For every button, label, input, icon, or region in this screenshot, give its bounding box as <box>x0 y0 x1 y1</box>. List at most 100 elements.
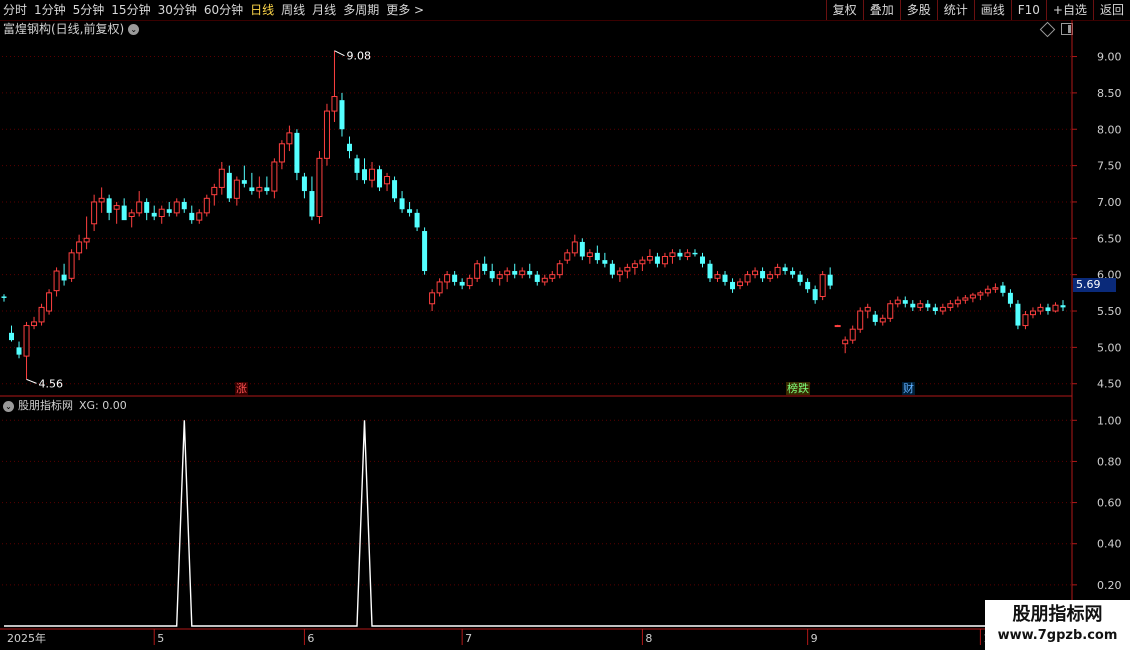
main-ytick-label: 9.00 <box>1097 51 1122 64</box>
candle-body <box>541 277 548 283</box>
candle-body <box>646 255 653 261</box>
candle-body <box>496 274 503 279</box>
max-price-label: 9.08 <box>346 50 371 63</box>
candle-body <box>189 212 195 221</box>
candle-body <box>436 281 443 294</box>
time-axis-label: 7 <box>465 632 472 645</box>
candle-body <box>158 208 165 218</box>
candle-body <box>1015 303 1021 326</box>
candle-body <box>46 292 53 312</box>
candle-body <box>414 212 420 228</box>
candle-body <box>692 252 698 255</box>
sub-ytick-label: 0.80 <box>1097 455 1122 468</box>
candle-body <box>278 143 285 163</box>
candle-body <box>602 260 608 264</box>
candle-body <box>369 168 376 181</box>
candle-body <box>790 271 796 275</box>
candle-body <box>654 256 660 264</box>
candle-body <box>699 256 705 264</box>
candle-body <box>969 294 976 299</box>
candle-body <box>211 186 218 196</box>
candle-body <box>887 303 894 319</box>
candle-body <box>744 274 751 283</box>
candle-body <box>339 100 345 130</box>
candle-body <box>805 281 811 290</box>
candle-body <box>218 168 225 188</box>
candle-body <box>23 325 30 357</box>
main-ytick-label: 4.50 <box>1097 378 1122 391</box>
candle-body <box>669 252 676 257</box>
candle-body <box>91 201 98 225</box>
candle-body <box>384 176 391 185</box>
time-axis-label: 8 <box>645 632 652 645</box>
candle-body <box>556 263 563 276</box>
limit-up-marker[interactable]: 涨 <box>235 382 248 395</box>
candle-body <box>286 132 293 145</box>
candle-body <box>98 197 105 203</box>
min-pointer <box>26 378 37 384</box>
indicator-value: XG: 0.00 <box>79 399 127 412</box>
candle-body <box>489 271 495 279</box>
candle-body <box>954 299 961 305</box>
candle-body <box>429 292 436 305</box>
main-ytick-label: 7.00 <box>1097 196 1122 209</box>
candle-body <box>631 263 638 268</box>
dragon-tiger-list-marker[interactable]: 榜跌 <box>786 382 810 395</box>
candle-body <box>196 212 203 221</box>
candle-body <box>106 198 112 213</box>
candle-body <box>812 289 818 301</box>
candle-body <box>459 281 465 286</box>
candle-body <box>346 143 352 152</box>
candle-body <box>624 266 631 272</box>
candle-body <box>1037 306 1044 312</box>
candle-body <box>737 281 744 287</box>
candle-body <box>1022 314 1029 327</box>
watermark: 股朋指标网 www.7gpzb.com <box>985 600 1130 650</box>
candle-body <box>707 263 713 279</box>
candle-body <box>586 252 593 257</box>
candle-body <box>241 180 247 184</box>
candle-body <box>316 157 323 217</box>
sub-ytick-label: 0.20 <box>1097 579 1122 592</box>
indicator-title[interactable]: ⌄ 股朋指标网 XG: 0.00 <box>3 398 127 414</box>
candle-body <box>377 169 383 188</box>
max-pointer <box>334 50 345 57</box>
candle-body <box>144 201 150 213</box>
candle-body <box>947 303 954 308</box>
sub-ytick-label: 0.60 <box>1097 497 1122 510</box>
candle-body <box>136 201 143 214</box>
candle-body <box>399 198 405 210</box>
candle-body <box>31 321 38 327</box>
candle-body <box>271 161 278 192</box>
main-ytick-label: 6.50 <box>1097 232 1122 245</box>
watermark-url: www.7gpzb.com <box>997 628 1118 643</box>
candle-body <box>76 241 83 254</box>
main-ytick-label: 5.50 <box>1097 305 1122 318</box>
main-ytick-label: 8.00 <box>1097 123 1122 136</box>
candle-body <box>354 158 360 173</box>
candle-body <box>53 270 60 292</box>
candle-body <box>902 300 908 304</box>
candle-body <box>362 169 368 181</box>
candle-body <box>256 186 263 192</box>
candle-body <box>249 187 255 192</box>
candle-body <box>842 339 849 345</box>
finance-report-marker[interactable]: 财 <box>902 382 915 395</box>
candle-body <box>226 172 232 199</box>
candle-body <box>422 231 428 272</box>
candle-body <box>38 306 45 323</box>
candle-body <box>677 252 683 257</box>
candle-body <box>534 274 540 282</box>
candle-body <box>68 252 75 279</box>
candle-body <box>579 241 585 257</box>
candle-body <box>571 241 578 254</box>
candle-body <box>9 332 15 341</box>
candle-body <box>752 270 759 276</box>
candle-body <box>323 110 330 159</box>
chevron-down-icon[interactable]: ⌄ <box>3 400 14 412</box>
candle-body <box>16 347 22 355</box>
candle-body <box>392 180 398 199</box>
chart-canvas[interactable]: 4.505.005.506.006.507.007.508.008.509.00… <box>0 0 1130 650</box>
candle-body <box>932 307 938 312</box>
candle-body <box>857 310 864 330</box>
